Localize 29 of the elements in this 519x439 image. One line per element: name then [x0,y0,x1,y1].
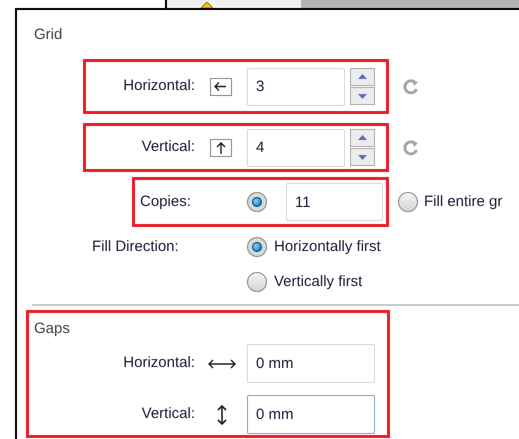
radio-label: Vertically first [274,272,362,292]
radio-button[interactable] [247,272,267,292]
document-tab[interactable] [165,0,301,8]
input-field[interactable]: 11 [286,183,383,221]
input-field[interactable]: 3 [247,68,345,106]
section-title: Gaps [34,319,71,338]
input-field[interactable]: 0 mm [247,395,375,434]
field-label: Vertical: [140,404,195,424]
spinner-up-button[interactable] [350,68,375,86]
refresh-icon [403,78,419,94]
refresh-icon [403,140,419,156]
input-field[interactable]: 0 mm [247,344,375,383]
input-field[interactable]: 4 [247,128,345,166]
vertical-double-arrow-icon [216,404,228,426]
spinner-up-button[interactable] [350,129,375,147]
field-label: Vertical: [140,137,195,158]
field-label: Copies: [140,192,192,212]
radio-label: Fill entire gr [424,192,502,212]
radio-button[interactable] [398,192,418,212]
section-title: Grid [34,25,64,44]
radio-label: Horizontally first [274,236,381,257]
field-label: Horizontal: [122,76,195,96]
warning-icon [201,2,213,8]
field-label: Horizontal: [122,353,195,374]
spinner-down-button[interactable] [350,148,375,166]
field-label: Fill Direction: [92,237,180,257]
radio-button[interactable] [247,237,267,257]
radio-button[interactable] [247,192,267,212]
spinner-down-button[interactable] [350,87,375,105]
